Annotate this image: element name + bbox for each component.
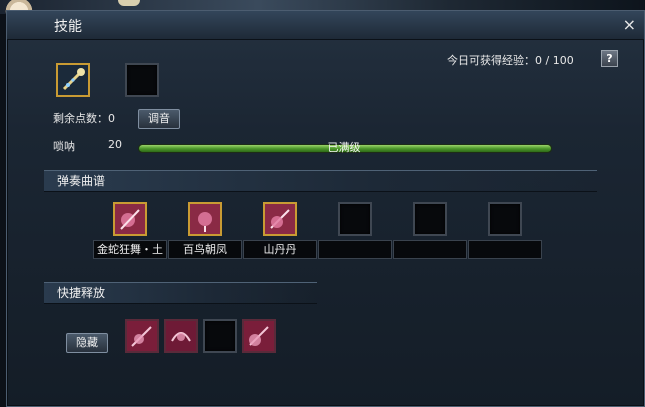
music-score-icon [265, 204, 295, 234]
score-name-1: 金蛇狂舞・土 [93, 240, 167, 259]
close-icon[interactable]: × [623, 15, 636, 34]
quick-slot-1[interactable] [125, 319, 159, 353]
hide-button[interactable]: 隐藏 [66, 333, 108, 353]
instrument-slot[interactable] [56, 63, 90, 97]
suona-level: 20 [108, 138, 122, 151]
empty-instrument-slot[interactable] [125, 63, 159, 97]
music-score-icon [127, 321, 157, 351]
quick-section-title: 快捷释放 [57, 286, 106, 300]
points-value: 0 [108, 112, 115, 125]
skill-window: 技能 × 今日可获得经验：0 / 100 ? 剩余点数：0 调音 唢呐 20 已… [6, 10, 645, 407]
score-slot-2[interactable] [188, 202, 222, 236]
title-bar[interactable]: 技能 × [7, 11, 644, 40]
score-name-4 [318, 240, 392, 259]
points-row: 剩余点数：0 [53, 112, 115, 125]
music-score-icon [115, 204, 145, 234]
suona-icon [58, 65, 88, 95]
points-label: 剩余点数 [53, 112, 97, 125]
score-slot-3[interactable] [263, 202, 297, 236]
suona-progress-text: 已满级 [327, 141, 361, 154]
scores-section-title: 弹奏曲谱 [57, 174, 106, 188]
score-name-6 [468, 240, 542, 259]
score-name-3: 山丹丹 [243, 240, 317, 259]
quick-section-header: 快捷释放 [44, 282, 317, 304]
daily-exp-value: 0 / 100 [535, 54, 574, 67]
quick-slot-2[interactable] [164, 319, 198, 353]
music-score-icon [244, 321, 274, 351]
score-slot-6[interactable] [488, 202, 522, 236]
score-name-5 [393, 240, 467, 259]
help-icon[interactable]: ? [601, 50, 618, 67]
music-score-icon [166, 321, 196, 351]
top-decoration [118, 0, 140, 6]
tune-button[interactable]: 调音 [138, 109, 180, 129]
quick-slot-3[interactable] [242, 319, 276, 353]
score-slot-4[interactable] [338, 202, 372, 236]
music-score-icon [190, 204, 220, 234]
score-slot-5[interactable] [413, 202, 447, 236]
daily-exp-label: 今日可获得经验 [447, 54, 524, 67]
daily-exp: 今日可获得经验：0 / 100 [447, 54, 574, 67]
score-slot-1[interactable] [113, 202, 147, 236]
scores-section-header: 弹奏曲谱 [44, 170, 597, 192]
quick-slot-empty[interactable] [203, 319, 237, 353]
suona-name: 唢呐 [53, 140, 75, 153]
score-name-2: 百鸟朝凤 [168, 240, 242, 259]
window-title: 技能 [54, 19, 82, 35]
